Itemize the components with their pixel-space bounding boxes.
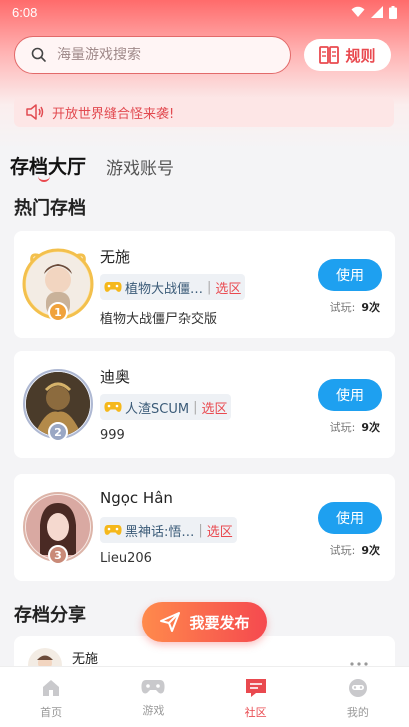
archive-description: 植物大战僵尸杂交版 <box>100 312 218 327</box>
select-zone-link[interactable]: 选区 <box>201 398 227 417</box>
avatar: 1 <box>22 248 94 322</box>
use-button[interactable]: 使用 <box>318 379 382 411</box>
battery-icon <box>389 5 397 19</box>
user-name: Ngọc Hân <box>100 489 173 507</box>
nav-games[interactable]: 游戏 <box>102 667 204 727</box>
use-button[interactable]: 使用 <box>318 502 382 534</box>
avatar: 3 <box>22 491 94 565</box>
rank-badge: 2 <box>48 422 68 442</box>
tab-bar: 存档大厅 游戏账号 <box>10 152 174 182</box>
send-icon <box>160 612 181 632</box>
user-name: 迪奥 <box>100 368 131 386</box>
notice-bar[interactable]: 开放世界缝合怪来袭! <box>14 97 394 127</box>
publish-label: 我要发布 <box>189 613 250 632</box>
select-zone-link[interactable]: 选区 <box>207 521 233 540</box>
tries-count: 试玩: 9次 <box>329 301 380 314</box>
archive-card[interactable]: 2 迪奥 人渣SCUM | 选区 999 使用 试玩: 9次 <box>14 351 395 458</box>
search-icon <box>31 47 46 62</box>
select-zone-link[interactable]: 选区 <box>215 278 241 297</box>
tries-count: 试玩: 9次 <box>329 544 380 557</box>
notice-text: 开放世界缝合怪来袭! <box>52 106 175 122</box>
user-name: 无施 <box>100 248 131 266</box>
search-bar[interactable] <box>14 36 291 74</box>
publish-button[interactable]: 我要发布 <box>142 602 267 642</box>
rank-badge: 3 <box>48 545 68 565</box>
game-name: 植物大战僵… <box>125 281 204 297</box>
hot-archives-title: 热门存档 <box>14 198 86 219</box>
status-bar: 6:08 <box>0 0 409 24</box>
use-button[interactable]: 使用 <box>318 259 382 291</box>
rank-badge: 1 <box>48 302 68 322</box>
archive-share-title: 存档分享 <box>14 605 86 626</box>
rules-label: 规则 <box>345 46 376 65</box>
tab-archive-hall[interactable]: 存档大厅 <box>10 152 86 182</box>
archive-card[interactable]: 1 无施 植物大战僵… | 选区 植物大战僵尸杂交版 使用 试玩: 9次 <box>14 231 395 338</box>
speaker-icon <box>26 104 44 120</box>
nav-profile[interactable]: 我的 <box>307 667 409 727</box>
archive-description: Lieu206 <box>100 551 152 566</box>
tries-count: 试玩: 9次 <box>329 421 380 434</box>
tab-indicator <box>38 176 50 182</box>
community-icon <box>245 679 266 697</box>
book-icon <box>319 46 340 64</box>
archive-card[interactable]: 3 Ngọc Hân 黑神话:悟… | 选区 Lieu206 使用 试玩: 9次 <box>14 474 395 581</box>
gamepad-icon <box>104 525 122 535</box>
nav-community[interactable]: 社区 <box>205 667 307 727</box>
home-icon <box>43 680 60 696</box>
game-tag[interactable]: 人渣SCUM | 选区 <box>100 394 232 420</box>
search-row: 规则 <box>14 36 394 74</box>
game-name: 人渣SCUM <box>125 401 190 417</box>
gamepad-icon <box>141 680 165 694</box>
tab-game-account[interactable]: 游戏账号 <box>106 154 174 179</box>
bottom-nav: 首页 游戏 社区 我的 <box>0 666 409 727</box>
game-name: 黑神话:悟… <box>125 524 195 540</box>
nav-home[interactable]: 首页 <box>0 667 102 727</box>
share-user-name: 无施 <box>72 652 99 667</box>
archive-description: 999 <box>100 428 125 443</box>
rules-button[interactable]: 规则 <box>304 39 391 71</box>
gamepad-icon <box>104 282 122 292</box>
avatar: 2 <box>22 368 94 442</box>
game-tag[interactable]: 黑神话:悟… | 选区 <box>100 517 237 543</box>
wifi-icon <box>351 6 365 17</box>
signal-icon <box>371 6 383 18</box>
game-tag[interactable]: 植物大战僵… | 选区 <box>100 274 246 300</box>
search-input[interactable] <box>57 47 257 63</box>
status-time: 6:08 <box>12 4 38 20</box>
profile-icon <box>348 679 367 697</box>
gamepad-icon <box>104 402 122 412</box>
